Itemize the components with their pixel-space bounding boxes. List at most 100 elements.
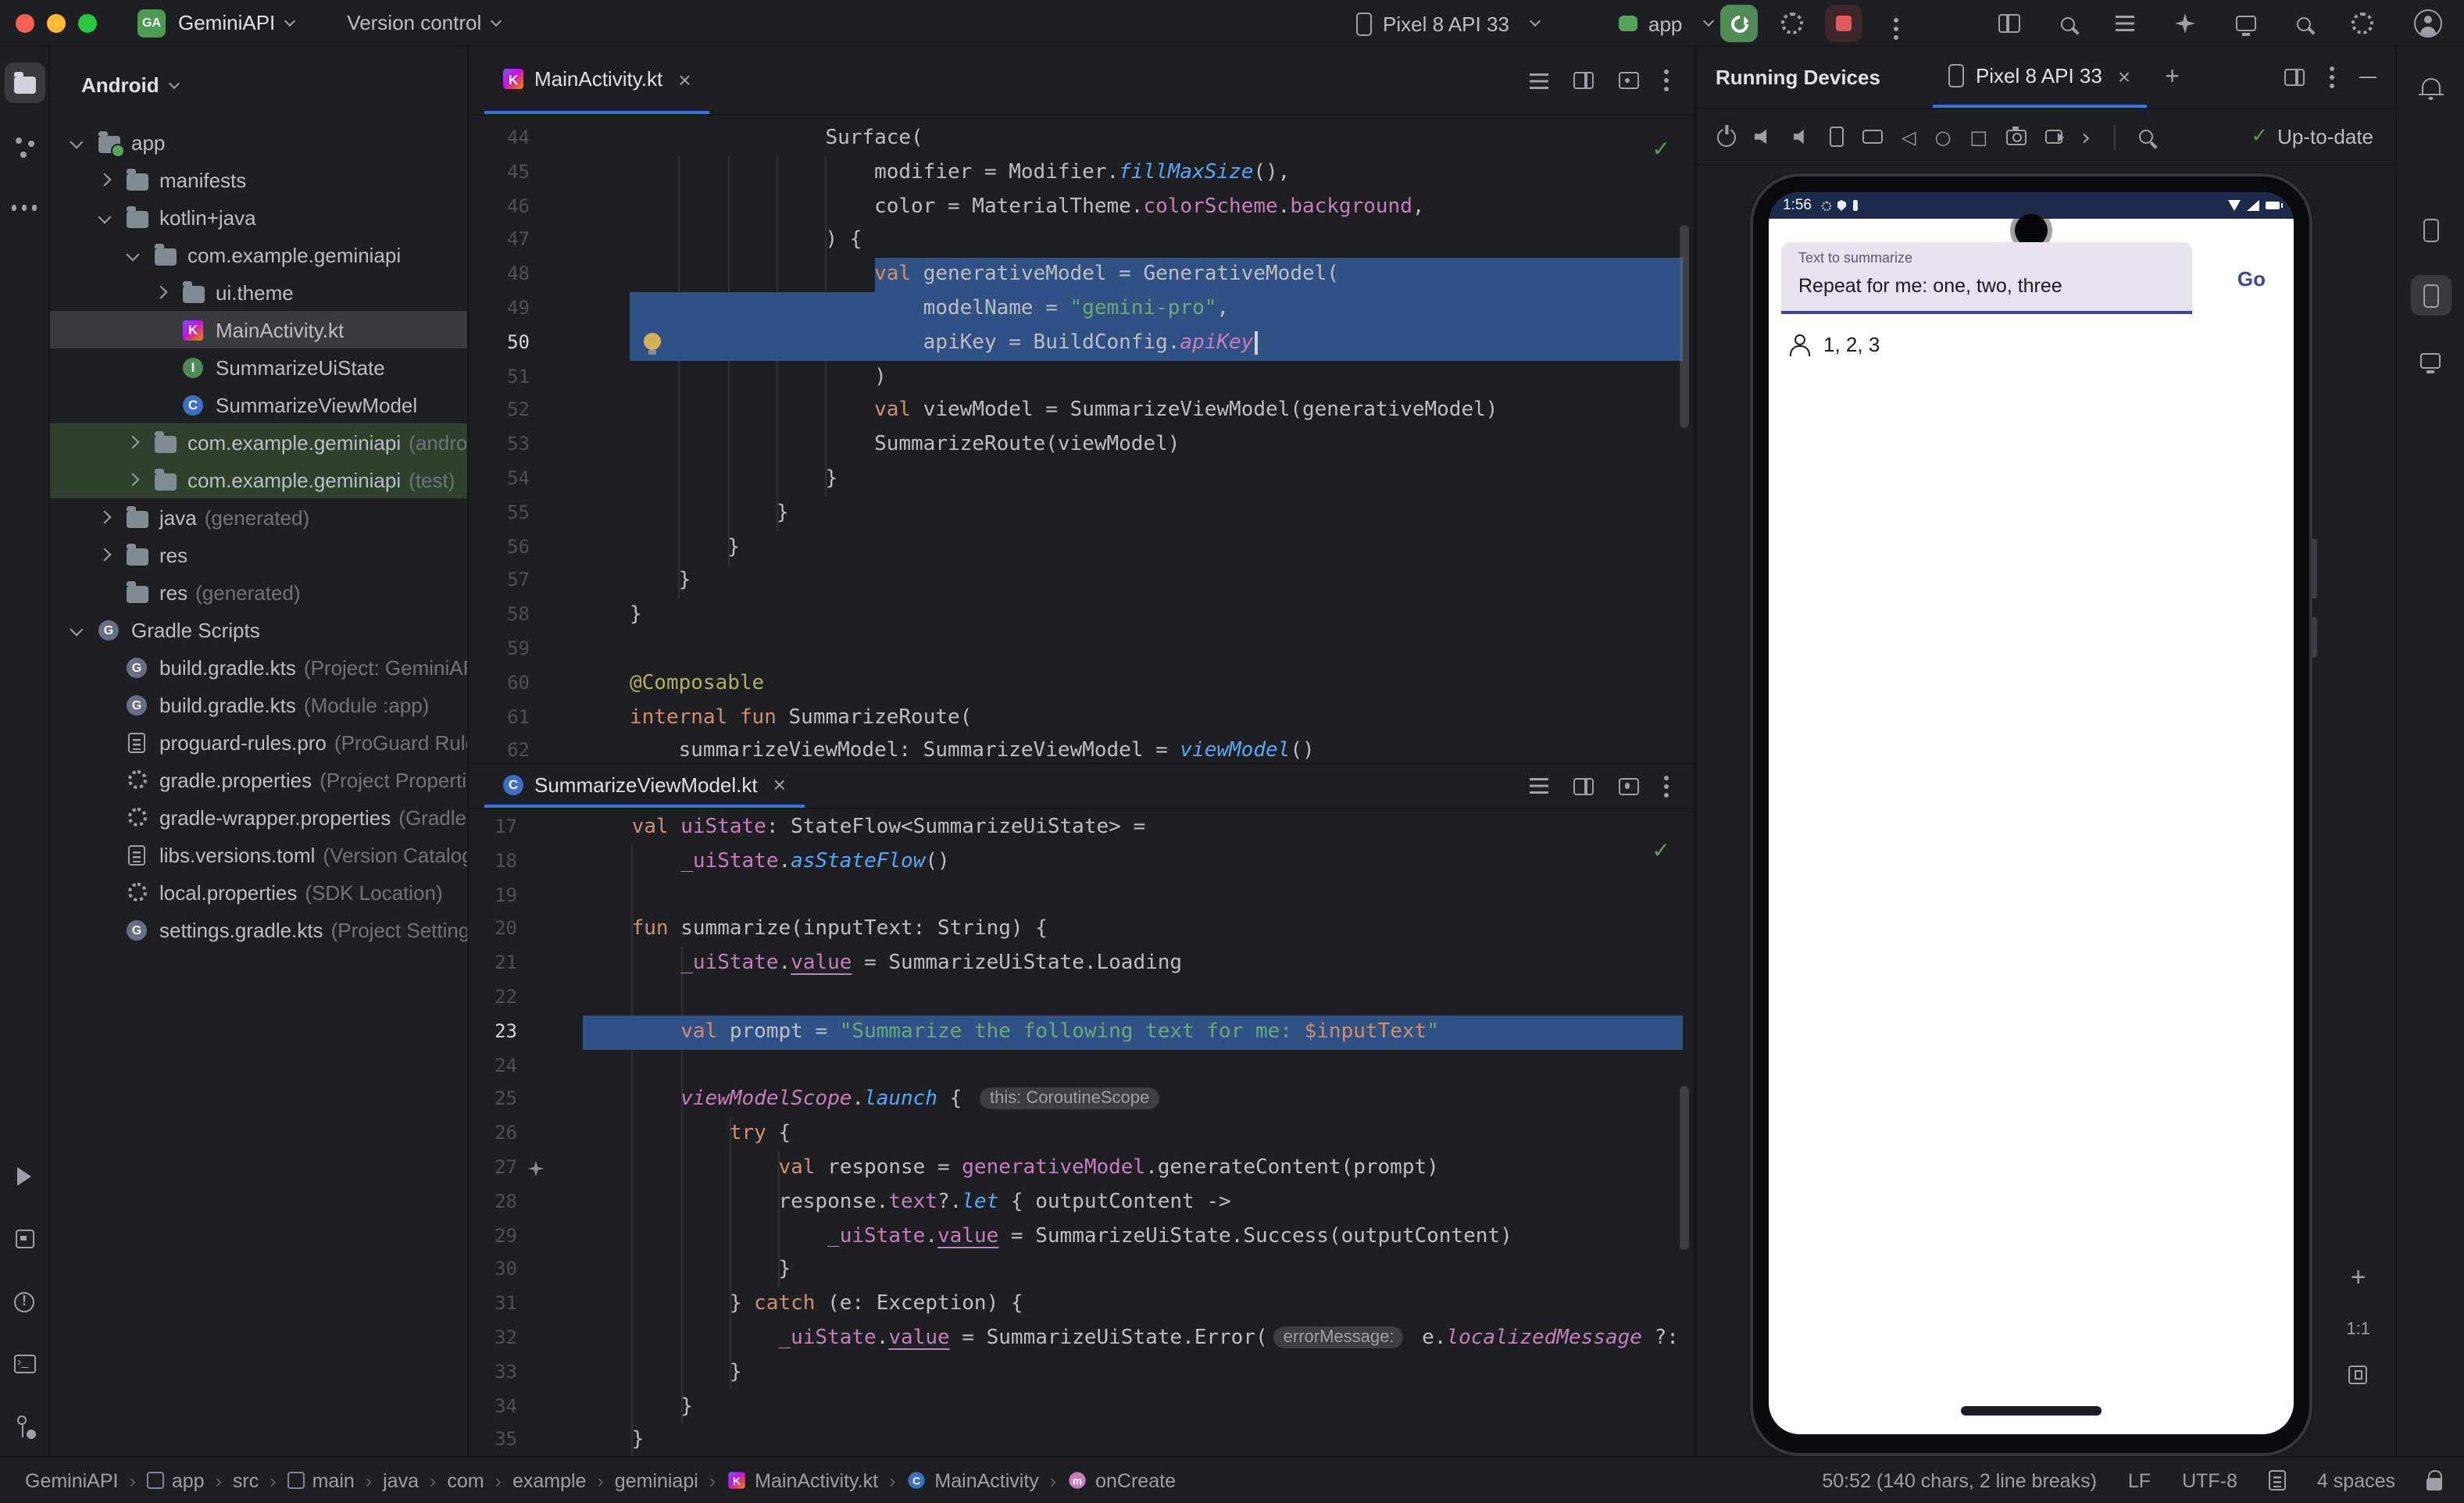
breadcrumb-src[interactable]: src <box>233 1469 259 1491</box>
inspections-ok-icon[interactable]: ✓ <box>1652 839 1670 864</box>
tree-row-gradle-wrapper-properties[interactable]: gradle-wrapper.properties(Gradle Version… <box>50 798 467 836</box>
panel-options-icon[interactable] <box>2330 75 2334 80</box>
tree-row-summarizeviewmodel[interactable]: SummarizeViewModel <box>50 386 467 423</box>
overview-button[interactable]: □ <box>1969 126 1987 148</box>
tree-row-summarizeuistate[interactable]: SummarizeUiState <box>50 348 467 386</box>
code-line-51[interactable]: 51 ) <box>469 360 1694 394</box>
code-line-20[interactable]: 20 fun summarize(inputText: String) { <box>469 913 1694 948</box>
tree-row-res[interactable]: res(generated) <box>50 573 467 611</box>
breadcrumb-mainactivity[interactable]: MainActivity <box>906 1469 1038 1491</box>
code-line-54[interactable]: 54 } <box>469 462 1694 497</box>
profile-avatar[interactable] <box>2414 9 2442 37</box>
code-line-29[interactable]: 29 _uiState.value = SummarizeUiState.Suc… <box>469 1219 1694 1254</box>
device-selector[interactable]: Pixel 8 API 33 <box>1356 0 1539 47</box>
tree-row-app[interactable]: app <box>50 123 467 161</box>
code-line-25[interactable]: 25 viewModelScope.launch { this: Corouti… <box>469 1084 1694 1118</box>
running-devices-button[interactable] <box>2410 275 2451 316</box>
split-panel-icon[interactable] <box>2284 69 2305 86</box>
code-line-56[interactable]: 56 } <box>469 530 1694 565</box>
emulator-screen[interactable]: 1:56 Text to summarize Repeat f <box>1769 192 2294 1434</box>
tree-row-ui-theme[interactable]: ui.theme <box>50 273 467 311</box>
run-config-selector[interactable]: app <box>1619 0 1712 47</box>
back-button[interactable]: ◁ <box>1902 126 1916 148</box>
tree-chevron-icon[interactable] <box>98 173 112 187</box>
editor-summarizeviewmodel[interactable]: 17 val uiState: StateFlow<SummarizeUiSta… <box>469 809 1694 1456</box>
window-layout-icon[interactable] <box>1998 14 2020 33</box>
zoom-in-button[interactable]: + <box>2351 1262 2366 1294</box>
volume-up-button[interactable] <box>1755 128 1775 145</box>
tab-mainactivity-kt[interactable]: MainActivity.kt × <box>484 47 710 114</box>
tree-row-settings-gradle-kts[interactable]: settings.gradle.kts(Project Settings) <box>50 911 467 948</box>
editor-mainactivity[interactable]: 44 Surface(45 modifier = Modifier.fillMa… <box>469 116 1694 762</box>
line-separator[interactable]: LF <box>2128 1469 2151 1491</box>
tree-row-java[interactable]: java(generated) <box>50 498 467 536</box>
close-tab-icon[interactable]: × <box>678 66 691 91</box>
lock-icon[interactable] <box>2427 1478 2442 1491</box>
code-line-49[interactable]: 49 modelName = "gemini-pro", <box>469 292 1694 327</box>
close-window-button[interactable] <box>16 13 34 32</box>
code-line-31[interactable]: 31 } catch (e: Exception) { <box>469 1287 1694 1322</box>
code-line-55[interactable]: 55 } <box>469 497 1694 531</box>
breadcrumb-java[interactable]: java <box>383 1469 419 1491</box>
code-line-53[interactable]: 53 SummarizeRoute(viewModel) <box>469 428 1694 462</box>
code-line-62[interactable]: 62 summarizeViewModel: SummarizeViewMode… <box>469 735 1694 762</box>
code-line-26[interactable]: 26 try { <box>469 1117 1694 1151</box>
tree-row-kotlin-java[interactable]: kotlin+java <box>50 198 467 236</box>
device-mirror-icon[interactable] <box>2236 16 2256 31</box>
close-tab-icon[interactable]: × <box>2118 63 2130 88</box>
home-button[interactable]: ○ <box>1934 126 1951 148</box>
indent-setting[interactable]: 4 spaces <box>2317 1469 2395 1491</box>
breadcrumb-app[interactable]: app <box>147 1469 205 1491</box>
version-control-toolwindow-button[interactable] <box>4 1406 45 1447</box>
code-line-60[interactable]: 60@Composable <box>469 667 1694 702</box>
code-line-47[interactable]: 47 ) { <box>469 224 1694 259</box>
code-line-23[interactable]: 23 val prompt = "Summarize the following… <box>469 1016 1694 1050</box>
code-line-22[interactable]: 22 <box>469 981 1694 1016</box>
tree-row-proguard-rules-pro[interactable]: proguard-rules.pro(ProGuard Rules) <box>50 723 467 761</box>
minimize-window-button[interactable] <box>47 13 66 32</box>
navigation-pill[interactable] <box>1961 1405 2102 1416</box>
device-tab-pixel8[interactable]: Pixel 8 API 33 × <box>1934 47 2146 108</box>
code-line-50[interactable]: 50 apiKey = BuildConfig.apiKey <box>469 327 1694 361</box>
code-view-icon[interactable] <box>1530 778 1548 794</box>
editorconfig-icon[interactable] <box>2269 1470 2286 1491</box>
tree-chevron-icon[interactable] <box>98 211 112 224</box>
split-view-icon[interactable] <box>1573 777 1594 794</box>
code-line-19[interactable]: 19 <box>469 879 1694 913</box>
tree-chevron-icon[interactable] <box>127 248 140 262</box>
tree-chevron-icon[interactable] <box>70 623 84 637</box>
volume-down-button[interactable] <box>1794 128 1811 145</box>
power-button[interactable] <box>1717 127 1736 146</box>
tree-chevron-icon[interactable] <box>127 473 140 487</box>
code-search-icon[interactable] <box>2061 16 2075 30</box>
tree-chevron-icon[interactable] <box>70 136 84 149</box>
code-line-45[interactable]: 45 modifier = Modifier.fillMaxSize(), <box>469 156 1694 191</box>
inspections-ok-icon[interactable]: ✓ <box>1652 137 1670 162</box>
editor-scrollbar[interactable] <box>1680 225 1689 428</box>
editor-more-icon[interactable] <box>1664 784 1669 788</box>
tree-row-build-gradle-kts[interactable]: build.gradle.kts(Project: GeminiAPI) <box>50 648 467 686</box>
code-line-59[interactable]: 59 <box>469 633 1694 667</box>
code-line-48[interactable]: 48 val generativeModel = GenerativeModel… <box>469 258 1694 292</box>
screen-record-button[interactable] <box>2045 130 2062 144</box>
code-line-21[interactable]: 21 _uiState.value = SummarizeUiState.Loa… <box>469 947 1694 981</box>
project-view-selector[interactable]: Android <box>50 47 467 123</box>
breadcrumb-geminiapi[interactable]: GeminiAPI <box>25 1469 119 1491</box>
device-manager-button[interactable] <box>2410 209 2451 250</box>
apply-changes-button[interactable] <box>1781 12 1803 39</box>
code-line-32[interactable]: 32 _uiState.value = SummarizeUiState.Err… <box>469 1322 1694 1356</box>
design-view-icon[interactable] <box>1619 777 1639 794</box>
tree-row-gradle-properties[interactable]: gradle.properties(Project Properties) <box>50 761 467 798</box>
rotate-left-button[interactable] <box>1830 127 1844 147</box>
breadcrumb-com[interactable]: com <box>447 1469 484 1491</box>
notifications-button[interactable] <box>2410 66 2451 106</box>
problems-toolwindow-button[interactable] <box>4 1281 45 1322</box>
task-list-icon[interactable] <box>2116 16 2134 31</box>
structure-toolwindow-button[interactable] <box>4 125 45 166</box>
breadcrumb-oncreate[interactable]: onCreate <box>1067 1469 1176 1491</box>
search-everywhere-icon[interactable] <box>2297 16 2311 30</box>
tree-row-res[interactable]: res <box>50 536 467 573</box>
run-toolwindow-button[interactable] <box>4 1156 45 1197</box>
tree-chevron-icon[interactable] <box>155 286 168 299</box>
hide-panel-icon[interactable] <box>2359 76 2377 78</box>
